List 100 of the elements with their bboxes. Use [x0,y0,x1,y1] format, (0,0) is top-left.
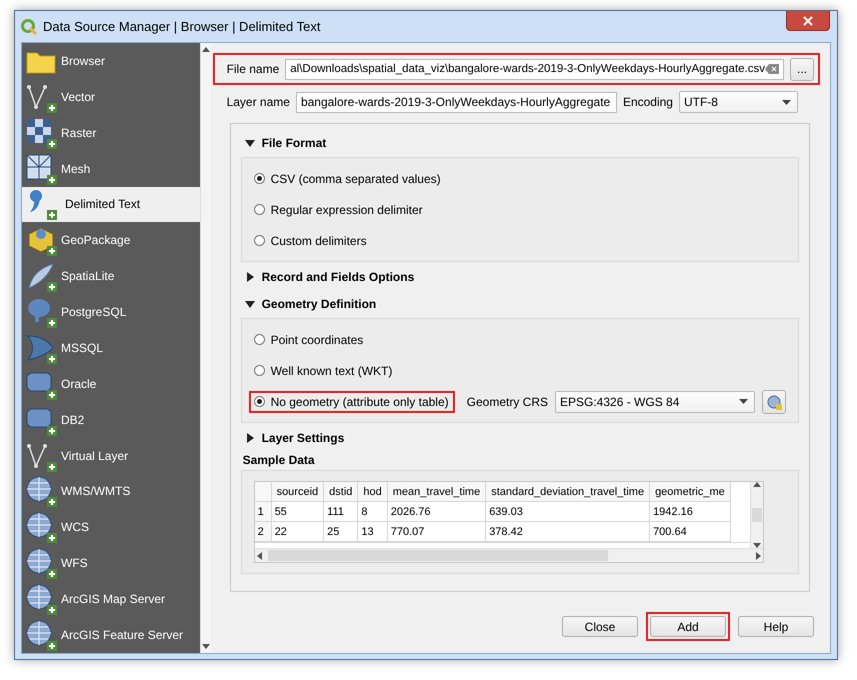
table-cell: 639.03 [486,502,650,522]
radio-option[interactable]: Regular expression delimiter [248,198,429,220]
file-name-label: File name [226,62,280,76]
sidebar-item[interactable]: DB2 [22,402,200,438]
file-name-field[interactable]: al\Downloads\spatial_data_viz\bangalore-wards-2019-3-OnlyWeekdays-HourlyAggregate.csv [285,58,784,80]
row-header: 1 [254,502,272,522]
radio-option[interactable]: Custom delimiters [248,230,373,252]
scroll-left-icon[interactable] [256,552,262,560]
globe-icon [25,547,57,580]
table-cell: 8 [358,502,388,522]
app-logo-icon [21,18,37,34]
radio-button[interactable] [254,204,265,215]
crs-label: Geometry CRS [466,394,548,408]
expanded-triangle-icon[interactable] [244,138,255,148]
section-header[interactable]: Record and Fields Options [240,264,799,289]
radio-button[interactable] [254,235,265,246]
vertical-scrollbar[interactable] [750,482,763,548]
browse-button[interactable]: ... [790,58,814,80]
globe-icon [766,394,782,410]
sidebar-item[interactable]: PostgreSQL [22,294,200,330]
radio-label: Well known text (WKT) [270,364,392,378]
table-cell: 25 [324,522,358,542]
section-header[interactable]: File Format [240,130,799,155]
sidebar-item[interactable]: Vector [22,78,200,115]
table-cell: 378.42 [486,522,650,542]
sidebar-item[interactable]: ArcGIS Map Server [22,581,200,617]
table-cell: 1942.16 [650,502,730,522]
sidebar-item[interactable]: WCS [22,509,200,546]
radio-option[interactable]: Well known text (WKT) [248,360,398,382]
crs-select[interactable]: EPSG:4326 - WGS 84 [555,390,755,412]
column-header[interactable]: sourceid [271,482,324,502]
table-cell: 13 [358,522,388,542]
radio-button[interactable] [254,365,265,376]
globe-icon [25,475,57,508]
globe-icon [25,511,57,544]
scrollbar-thumb[interactable] [268,550,608,561]
radio-button[interactable] [254,173,265,184]
radio-button[interactable] [254,334,265,345]
globe-icon [25,618,57,651]
encoding-select[interactable]: UTF-8 [678,91,798,113]
layer-name-label: Layer name [226,95,290,109]
radio-label: Regular expression delimiter [270,202,423,216]
encoding-label: Encoding [622,95,673,109]
collapsed-triangle-icon[interactable] [244,432,255,442]
sidebar-item[interactable]: GeoPackage [22,222,200,258]
table-cell: 770.07 [387,522,486,542]
column-header[interactable]: hod [358,482,388,502]
radio-option[interactable]: CSV (comma separated values) [248,168,447,190]
clear-icon[interactable] [764,64,779,74]
sidebar-item[interactable]: Browser [22,43,200,79]
scrollbar[interactable] [200,43,211,653]
table-cell: 22 [271,522,324,542]
close-icon [803,16,813,26]
column-header[interactable]: dstid [324,482,358,502]
sidebar-item[interactable]: WMS/WMTS [22,474,200,510]
table-cell: 2026.76 [387,502,486,522]
radio-option[interactable]: Point coordinates [248,328,370,350]
radio-label: Point coordinates [270,332,364,346]
sidebar-item[interactable]: Delimited Text [22,186,200,222]
sidebar-item[interactable]: MSSQL [22,330,200,366]
column-header[interactable]: geometric_me [650,482,730,502]
scroll-up-icon[interactable] [202,47,210,52]
grid-icon [25,116,57,149]
scroll-up-icon[interactable] [752,482,761,487]
expanded-triangle-icon[interactable] [244,298,255,308]
sidebar-item[interactable]: WFS [22,545,200,582]
table-cell: 55 [271,502,324,522]
table-cell: 700.64 [650,522,730,542]
mesh-icon [25,152,57,185]
radio-label: CSV (comma separated values) [270,172,441,186]
dialog-button[interactable]: Add [646,612,730,641]
collapsed-triangle-icon[interactable] [244,272,255,282]
sidebar-item[interactable]: ArcGIS Feature Server [22,617,200,653]
sidebar-item[interactable]: Mesh [22,150,200,186]
column-header[interactable]: standard_deviation_travel_time [486,482,650,502]
globe-icon [25,583,57,616]
crs-picker-button[interactable] [762,390,786,414]
radio-label: No geometry (attribute only table) [270,394,449,408]
close-button[interactable] [786,11,830,31]
section-title: Sample Data [242,452,316,468]
sidebar-item[interactable]: Oracle [22,366,200,402]
dropdown-arrow-icon [782,100,791,104]
scroll-down-icon[interactable] [202,644,210,649]
table-cell: 111 [324,502,358,522]
scroll-right-icon[interactable] [756,552,761,560]
dropdown-arrow-icon [739,399,748,404]
column-header[interactable]: mean_travel_time [387,482,486,502]
layer-name-field[interactable]: bangalore-wards-2019-3-OnlyWeekdays-HourlyAggregate [296,92,617,112]
section-header[interactable]: Geometry Definition [240,291,799,316]
row-header: 2 [254,522,272,542]
scrollbar-thumb[interactable] [752,508,762,522]
horizontal-scrollbar[interactable] [254,548,763,562]
window-title: Data Source Manager | Browser | Delimited Text [43,19,320,34]
radio-label: Custom delimiters [270,234,367,248]
sidebar-item[interactable]: SpatiaLite [22,258,200,294]
section-header[interactable]: Layer Settings [240,425,799,450]
sidebar-item[interactable]: Virtual Layer [22,438,200,474]
radio-button[interactable] [254,396,265,407]
sidebar-item[interactable]: Raster [22,114,200,151]
radio-option[interactable]: No geometry (attribute only table) [248,390,455,412]
